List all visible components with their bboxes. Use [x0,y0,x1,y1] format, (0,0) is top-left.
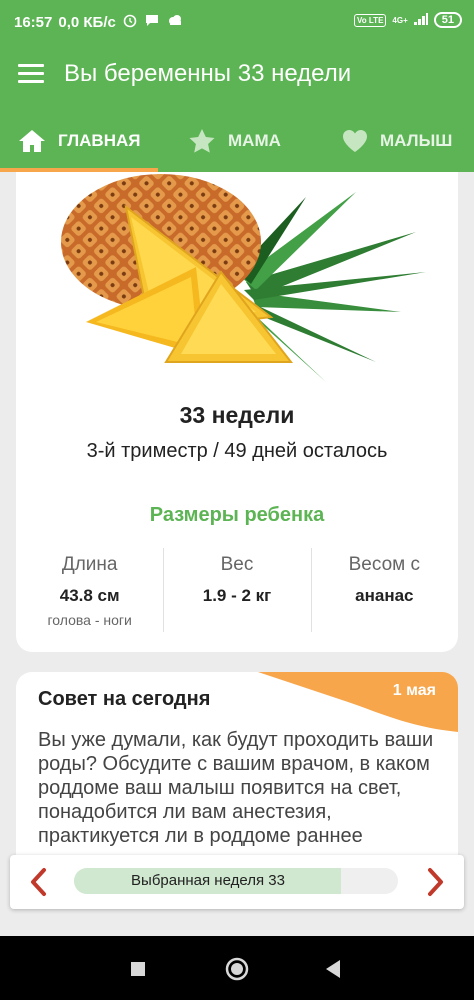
system-nav-bar [0,936,474,1000]
chat-icon [144,12,160,32]
selected-week-label: Выбранная неделя 33 [131,872,285,889]
tab-home-label: ГЛАВНАЯ [58,131,141,150]
stat-value: 1.9 - 2 кг [202,586,272,605]
week-progress-track: Выбранная неделя 33 [74,868,398,894]
stat-length: Длина 43.8 см голова - ноги [16,548,163,632]
week-selector: Выбранная неделя 33 [10,855,464,909]
signal-label: 4G+ [392,15,408,25]
tip-card[interactable]: 1 мая Совет на сегодня Вы уже думали, ка… [16,672,458,862]
tab-home[interactable]: ГЛАВНАЯ [0,110,158,172]
tip-date-banner [258,672,458,732]
tab-baby-label: МАЛЫШ [380,131,453,150]
stat-weight: Вес 1.9 - 2 кг [163,548,310,632]
stat-label: Весом с [348,554,420,575]
chevron-right-icon[interactable] [416,855,456,909]
baby-stats: Длина 43.8 см голова - ноги Вес 1.9 - 2 … [16,548,458,632]
heart-icon [342,129,368,153]
chevron-left-icon[interactable] [18,855,58,909]
tab-mama[interactable]: МАМА [158,110,316,172]
status-net-speed: 0,0 КБ/с [58,13,116,31]
stat-value: 43.8 см [59,586,120,605]
status-bar: 16:57 0,0 КБ/с Vo LTE 4G+ 51 [0,0,474,40]
signal-icon [413,12,428,28]
tip-title: Совет на сегодня [38,688,211,710]
week-card: 33 недели 3-й триместр / 49 дней осталос… [16,172,458,652]
baby-sizes-link[interactable]: Размеры ребенка [16,504,458,527]
stat-note: голова - ноги [47,612,132,628]
stat-label: Вес [220,554,254,575]
screen: 16:57 0,0 КБ/с Vo LTE 4G+ 51 Вы беременн… [0,0,474,1000]
stat-compare: Весом с ананас [310,548,458,632]
back-icon[interactable] [324,959,342,984]
stat-value: ананас [355,586,414,605]
cloud-icon [166,12,184,32]
tab-baby[interactable]: МАЛЫШ [316,110,474,172]
alarm-icon [122,12,138,32]
volte-badge: Vo LTE [354,13,387,27]
page-title: Вы беременны 33 недели [64,60,352,87]
status-right: Vo LTE 4G+ 51 [354,12,462,28]
recents-icon[interactable] [130,961,146,982]
week-subtitle: 3-й триместр / 49 дней осталось [86,440,388,462]
status-left: 16:57 0,0 КБ/с [14,12,184,32]
tip-text: Вы уже думали, как будут проходить ваши … [38,729,434,847]
battery-icon: 51 [433,12,462,28]
home-icon [18,128,46,154]
stat-label: Длина [61,554,118,575]
tip-date: 1 мая [392,682,436,699]
star-icon [188,128,216,154]
home-circle-icon[interactable] [225,957,249,986]
pineapple-image [56,172,426,392]
app-bar: Вы беременны 33 недели [0,40,474,110]
tab-bar: ГЛАВНАЯ МАМА МАЛЫШ [0,110,474,172]
hamburger-menu-icon[interactable] [18,64,44,84]
week-title: 33 недели [179,402,295,428]
tab-mama-label: МАМА [228,131,281,150]
status-time: 16:57 [14,13,53,31]
